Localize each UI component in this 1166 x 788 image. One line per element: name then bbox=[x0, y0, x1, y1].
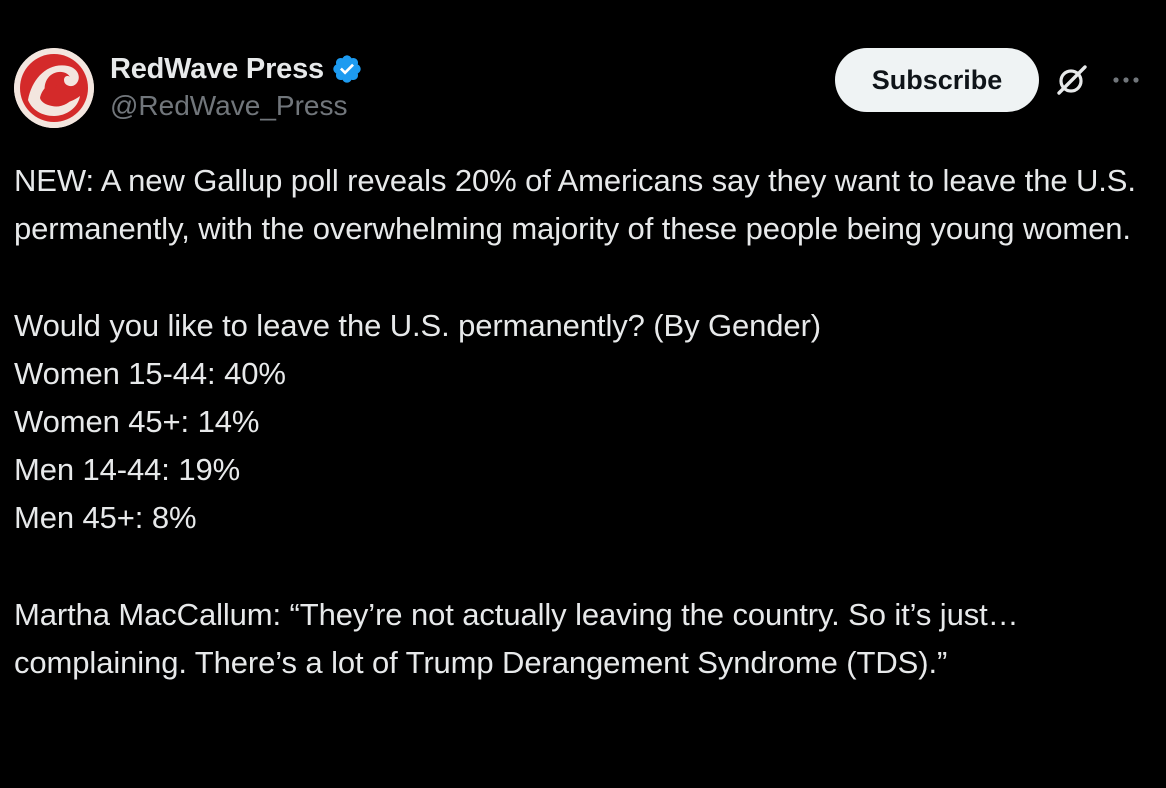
quote-text: Martha MacCallum: “They’re not actually … bbox=[14, 596, 1028, 680]
avatar[interactable] bbox=[14, 48, 94, 128]
wave-logo-icon bbox=[14, 48, 94, 128]
poll-question-text: Would you like to leave the U.S. permane… bbox=[14, 307, 822, 343]
stat-line: Men 14-44: 19% bbox=[14, 452, 241, 488]
stat-line: Men 45+: 8% bbox=[14, 500, 197, 536]
post-intro-text: NEW: A new Gallup poll reveals 20% of Am… bbox=[14, 163, 1145, 247]
post-header: RedWave Press @RedWave_Press Subscribe bbox=[14, 46, 1154, 132]
grok-icon[interactable] bbox=[1054, 62, 1090, 98]
subscribe-button[interactable]: Subscribe bbox=[835, 48, 1039, 112]
post-body: NEW: A new Gallup poll reveals 20% of Am… bbox=[14, 157, 1154, 687]
verified-badge-icon[interactable] bbox=[331, 53, 363, 85]
stat-line: Women 45+: 14% bbox=[14, 404, 260, 439]
stat-line: Women 15-44: 40% bbox=[14, 355, 286, 391]
display-name[interactable]: RedWave Press bbox=[110, 53, 324, 86]
display-name-row: RedWave Press bbox=[110, 50, 363, 88]
handle[interactable]: @RedWave_Press bbox=[110, 90, 363, 122]
more-icon[interactable] bbox=[1108, 68, 1144, 92]
author-names: RedWave Press @RedWave_Press bbox=[110, 50, 363, 122]
